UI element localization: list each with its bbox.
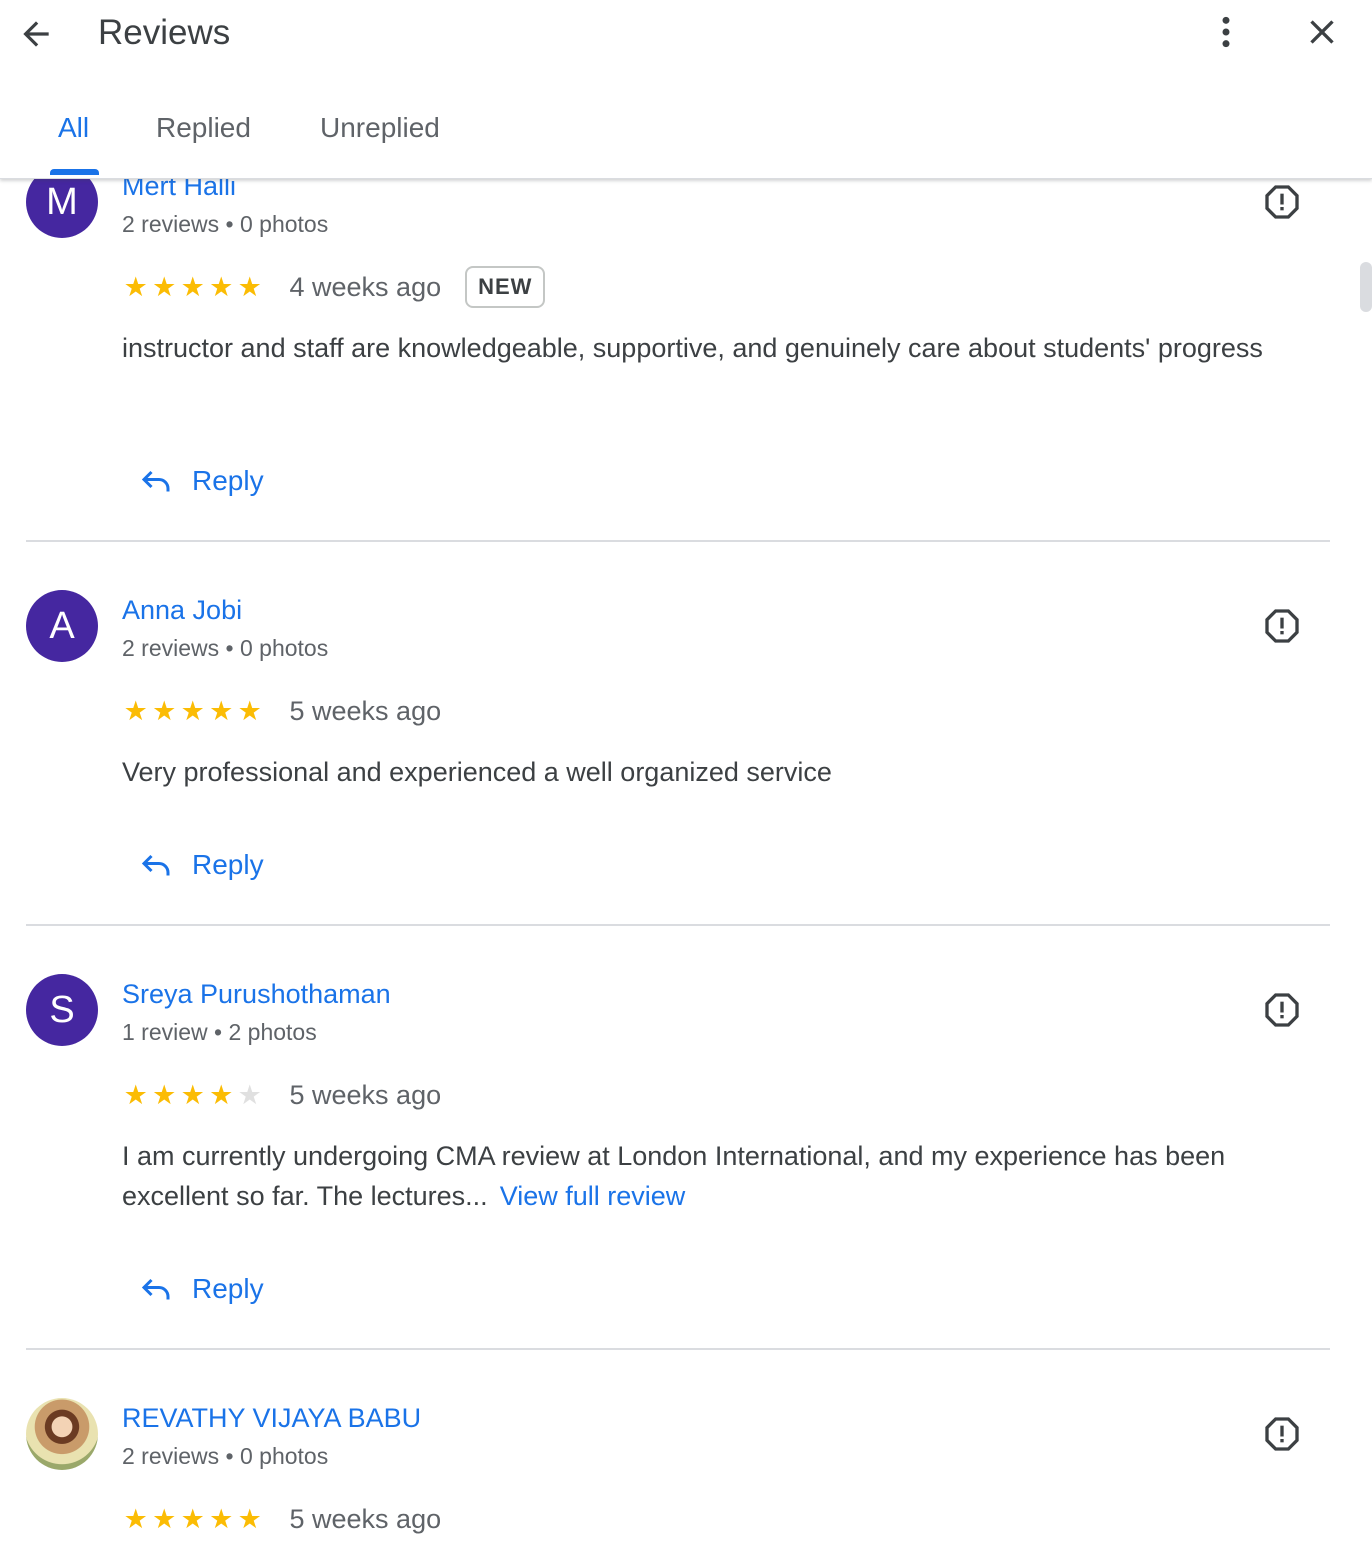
- active-tab-indicator: [50, 169, 99, 175]
- back-button[interactable]: [14, 12, 58, 56]
- divider: [26, 540, 1330, 542]
- star-icon: ★: [237, 696, 262, 726]
- reviewer-name[interactable]: REVATHY VIJAYA BABU: [122, 1402, 421, 1434]
- review-text: Very professional and experienced a well…: [122, 757, 832, 787]
- new-badge: NEW: [465, 266, 546, 308]
- rating-row: ★ ★ ★ ★ ★ 5 weeks ago: [122, 1496, 441, 1542]
- star-icon: ★: [180, 1080, 205, 1110]
- star-empty-icon: ★: [237, 1080, 262, 1110]
- review-text: instructor and staff are knowledgeable, …: [122, 333, 1263, 363]
- reply-button[interactable]: Reply: [138, 1265, 264, 1313]
- report-icon: [1265, 609, 1299, 643]
- report-review-button[interactable]: [1258, 986, 1306, 1034]
- report-review-button[interactable]: [1258, 1410, 1306, 1458]
- reviewer-name[interactable]: Anna Jobi: [122, 594, 242, 626]
- page-title: Reviews: [98, 13, 231, 52]
- star-icon: ★: [180, 696, 205, 726]
- reply-label: Reply: [192, 849, 264, 880]
- star-icon: ★: [123, 696, 148, 726]
- rating-row: ★ ★ ★ ★ ★ 5 weeks ago: [122, 688, 441, 734]
- reviewer-name[interactable]: Sreya Purushothaman: [122, 978, 391, 1010]
- star-icon: ★: [123, 272, 148, 302]
- reply-label: Reply: [192, 1273, 264, 1304]
- review-date: 5 weeks ago: [289, 1079, 442, 1110]
- reply-label: Reply: [192, 465, 264, 496]
- report-icon: [1265, 185, 1299, 219]
- divider: [26, 1348, 1330, 1350]
- report-icon: [1265, 993, 1299, 1027]
- report-review-button[interactable]: [1258, 602, 1306, 650]
- star-icon: ★: [152, 696, 177, 726]
- report-review-button[interactable]: [1258, 178, 1306, 226]
- star-icon: ★: [237, 1504, 262, 1534]
- star-icon: ★: [237, 272, 262, 302]
- avatar-photo[interactable]: [26, 1398, 98, 1470]
- scrollbar-thumb[interactable]: [1360, 262, 1372, 312]
- rating-row: ★ ★ ★ ★ ★ 5 weeks ago: [122, 1072, 441, 1118]
- star-icon: ★: [123, 1080, 148, 1110]
- divider: [26, 924, 1330, 926]
- arrow-back-icon: [23, 21, 49, 47]
- rating-row: ★ ★ ★ ★ ★ 4 weeks ago NEW: [122, 264, 546, 310]
- star-icon: ★: [152, 1080, 177, 1110]
- close-icon: [1310, 20, 1334, 44]
- avatar[interactable]: S: [26, 974, 98, 1046]
- tab-all[interactable]: All: [58, 110, 89, 146]
- tab-unreplied[interactable]: Unreplied: [320, 110, 440, 146]
- star-rating: ★ ★ ★ ★ ★: [122, 1080, 264, 1110]
- star-rating: ★ ★ ★ ★ ★: [122, 1504, 264, 1534]
- more-vert-icon: [1222, 16, 1230, 48]
- reply-button[interactable]: Reply: [138, 457, 264, 505]
- star-icon: ★: [209, 1080, 234, 1110]
- reviewer-meta: 1 review • 2 photos: [122, 1019, 317, 1045]
- star-icon: ★: [209, 696, 234, 726]
- star-icon: ★: [123, 1504, 148, 1534]
- reply-icon: [141, 470, 170, 492]
- star-icon: ★: [152, 272, 177, 302]
- reviewer-meta: 2 reviews • 0 photos: [122, 635, 329, 661]
- star-icon: ★: [152, 1504, 177, 1534]
- reply-icon: [141, 1278, 170, 1300]
- review-date: 4 weeks ago: [289, 271, 442, 302]
- reviewer-meta: 2 reviews • 0 photos: [122, 211, 329, 237]
- review-date: 5 weeks ago: [289, 695, 442, 726]
- review-text: I am currently undergoing CMA review at …: [122, 1136, 1312, 1216]
- tab-replied[interactable]: Replied: [156, 110, 251, 146]
- more-options-button[interactable]: [1204, 10, 1248, 54]
- reply-button[interactable]: Reply: [138, 841, 264, 889]
- close-button[interactable]: [1300, 10, 1344, 54]
- avatar[interactable]: A: [26, 590, 98, 662]
- review-date: 5 weeks ago: [289, 1503, 442, 1534]
- star-rating: ★ ★ ★ ★ ★: [122, 696, 264, 726]
- star-icon: ★: [180, 1504, 205, 1534]
- reviewer-meta: 2 reviews • 0 photos: [122, 1443, 329, 1469]
- reply-icon: [141, 854, 170, 876]
- view-full-review-link[interactable]: View full review: [500, 1181, 686, 1211]
- report-icon: [1265, 1417, 1299, 1451]
- top-app-bar: Reviews All Replied Unreplied: [0, 0, 1372, 179]
- star-icon: ★: [180, 272, 205, 302]
- star-rating: ★ ★ ★ ★ ★: [122, 272, 264, 302]
- star-icon: ★: [209, 272, 234, 302]
- star-icon: ★: [209, 1504, 234, 1534]
